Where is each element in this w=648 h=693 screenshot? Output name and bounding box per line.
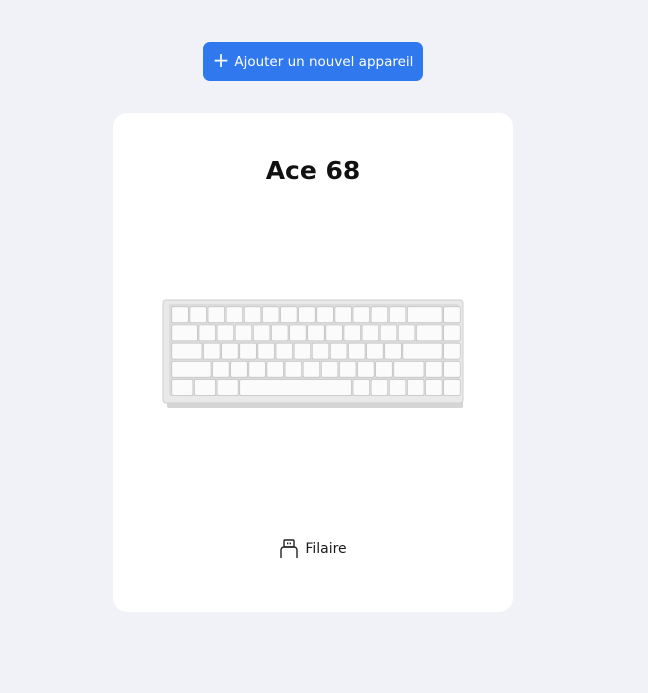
keyboard-key: [239, 379, 352, 396]
keyboard-key: [171, 306, 189, 323]
keyboard-key: [379, 324, 398, 342]
keyboard-key: [244, 306, 262, 323]
keyboard-key: [425, 379, 443, 396]
keyboard-key: [203, 342, 221, 360]
keyboard-key: [239, 342, 257, 360]
keyboard-key: [425, 361, 443, 378]
keyboard-key: [443, 342, 461, 360]
keyboard-key: [370, 306, 389, 323]
add-device-button[interactable]: + Ajouter un nouvel appareil: [203, 42, 423, 81]
keyboard-key: [402, 342, 443, 360]
keyboard-key: [280, 306, 298, 323]
keyboard-key: [171, 361, 212, 378]
keyboard-key: [352, 379, 370, 396]
usb-icon: [280, 539, 299, 558]
keyboard-key: [171, 342, 203, 360]
keyboard-key: [216, 379, 239, 396]
keyboard-key: [230, 361, 248, 378]
keyboard-key: [198, 324, 216, 342]
keyboard-key: [216, 324, 234, 342]
keyboard-key: [384, 342, 402, 360]
keyboard-key: [207, 306, 225, 323]
keyboard-key: [443, 306, 461, 323]
keyboard-key: [284, 361, 302, 378]
keyboard-key: [302, 361, 321, 378]
keyboard-key: [225, 306, 244, 323]
keyboard-key: [248, 361, 266, 378]
keyboard-key: [352, 306, 370, 323]
keyboard-key: [398, 324, 416, 342]
keyboard-key: [389, 306, 407, 323]
keyboard-key: [416, 324, 443, 342]
keyboard-key: [443, 379, 461, 396]
keyboard-key: [375, 361, 393, 378]
keyboard-key: [330, 342, 348, 360]
keyboard-key: [194, 379, 216, 396]
keyboard-key: [311, 342, 330, 360]
keyboard-key: [253, 324, 271, 342]
keyboard-key: [293, 342, 311, 360]
plus-icon: +: [212, 48, 230, 72]
keyboard-key: [275, 342, 293, 360]
add-device-label: Ajouter un nouvel appareil: [234, 53, 414, 70]
keyboard-key: [189, 306, 207, 323]
keyboard-key: [321, 361, 339, 378]
keyboard-key: [366, 342, 384, 360]
keyboard-key: [407, 306, 443, 323]
keyboard-key: [171, 324, 198, 342]
keyboard-key: [234, 324, 253, 342]
keyboard-key: [257, 342, 275, 360]
keyboard-key: [348, 342, 366, 360]
keyboard-key: [389, 379, 407, 396]
keyboard-key: [343, 324, 361, 342]
keyboard-key: [407, 379, 425, 396]
connection-label: Filaire: [305, 541, 347, 557]
keyboard-key: [171, 379, 194, 396]
connection-status: Filaire: [113, 539, 513, 559]
keyboard-key: [298, 306, 316, 323]
keyboard-key: [221, 342, 239, 360]
keyboard-key: [393, 361, 425, 378]
keyboard-key: [271, 324, 289, 342]
device-name: Ace 68: [265, 156, 361, 185]
keyboard-key: [370, 379, 389, 396]
keyboard-key: [289, 324, 307, 342]
keyboard-key: [325, 324, 343, 342]
device-card[interactable]: Ace 68 Filaire: [113, 113, 513, 612]
keyboard-key: [316, 306, 334, 323]
keyboard-key: [212, 361, 230, 378]
keyboard-key: [266, 361, 284, 378]
keyboard-key: [443, 361, 461, 378]
keyboard-key: [443, 324, 461, 342]
keyboard-key: [307, 324, 325, 342]
keyboard-image: [162, 299, 464, 408]
keyboard-key: [334, 306, 352, 323]
keyboard-key: [361, 324, 379, 342]
keyboard-key: [262, 306, 280, 323]
keyboard-key: [339, 361, 357, 378]
keyboard-key: [357, 361, 375, 378]
